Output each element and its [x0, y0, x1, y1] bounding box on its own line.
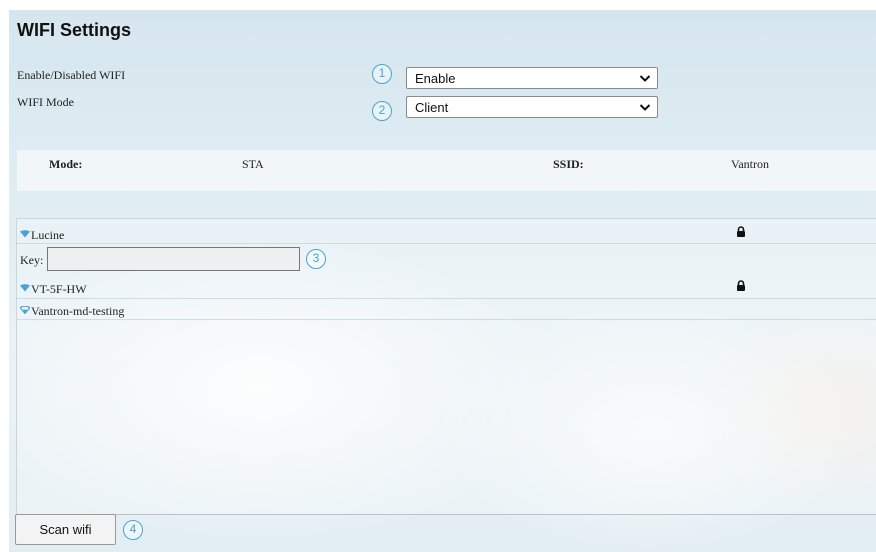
wifi-mode-select[interactable]: Client [406, 96, 658, 118]
wifi-mode-value: Client [415, 100, 449, 115]
scan-wifi-button[interactable]: Scan wifi [15, 514, 116, 545]
callout-1: 1 [372, 64, 392, 84]
callout-3: 3 [306, 249, 326, 269]
page-title: WIFI Settings [17, 20, 131, 40]
network-name: Lucine [31, 228, 65, 242]
network-item-vantron-md-testing[interactable]: Vantron-md-testing [20, 304, 124, 319]
callout-4: 4 [123, 520, 143, 540]
row-divider [17, 243, 876, 244]
ssid-value: Vantron [731, 157, 769, 171]
lock-icon [737, 226, 745, 237]
row-divider [17, 319, 876, 320]
connection-status: Mode: STA SSID: Vantron [17, 150, 876, 191]
wifi-mode-label: WIFI Mode [17, 95, 74, 109]
wifi-icon [20, 284, 30, 292]
callout-2: 2 [372, 101, 392, 121]
enable-wifi-select[interactable]: Enable [406, 67, 658, 89]
lock-icon [737, 280, 745, 291]
chevron-down-icon [639, 104, 651, 111]
enable-wifi-value: Enable [415, 71, 456, 86]
network-item-vt-5f-hw[interactable]: VT-5F-HW [20, 282, 87, 297]
wifi-icon [20, 306, 30, 314]
wifi-icon [20, 230, 30, 238]
network-name: Vantron-md-testing [31, 304, 125, 318]
network-name: VT-5F-HW [31, 282, 87, 296]
wifi-key-input[interactable] [47, 247, 300, 271]
ssid-key: SSID: [553, 157, 584, 171]
enable-wifi-label: Enable/Disabled WIFI [17, 68, 126, 82]
network-item-lucine[interactable]: Lucine [20, 228, 64, 243]
mode-key: Mode: [49, 157, 83, 171]
chevron-down-icon [639, 75, 651, 82]
row-divider [17, 298, 876, 299]
mode-value: STA [242, 157, 264, 171]
key-label: Key: [20, 253, 44, 267]
